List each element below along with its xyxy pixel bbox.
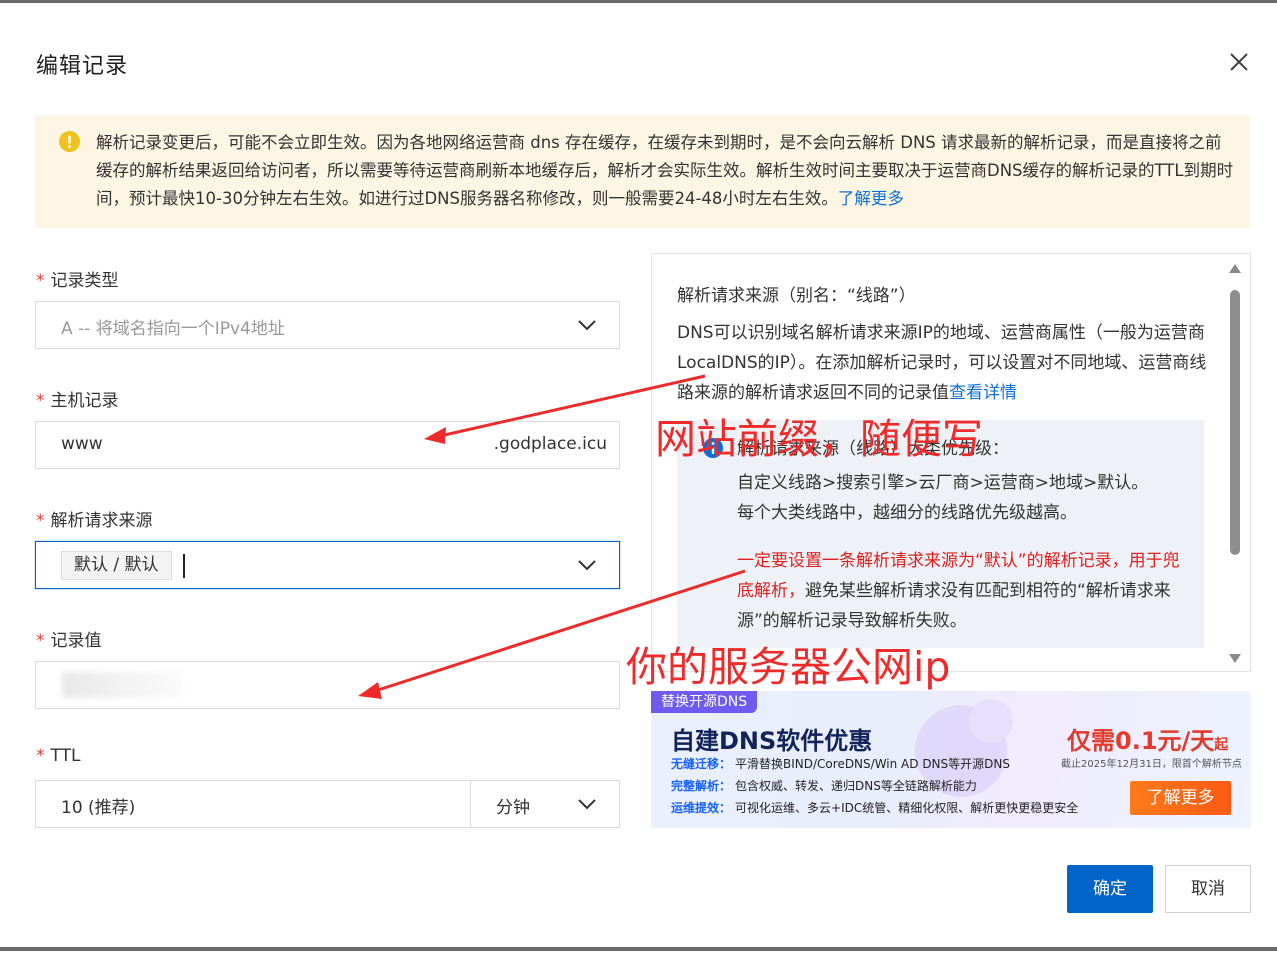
- scroll-thumb[interactable]: [1230, 290, 1240, 555]
- banner-price-note: 截止2025年12月31日，限首个解析节点: [1061, 759, 1242, 770]
- ttl-value: 10 (推荐): [61, 798, 136, 818]
- banner-title: 自建DNS软件优惠: [671, 727, 873, 755]
- help-paragraph: DNS可以识别域名解析请求来源IP的地域、运营商属性（一般为运营商LocalDN…: [677, 323, 1207, 403]
- ttl-unit-select[interactable]: 分钟: [470, 780, 620, 828]
- banner-learn-more-button[interactable]: 了解更多: [1130, 781, 1231, 815]
- view-details-link[interactable]: 查看详情: [949, 383, 1017, 403]
- host-annotation: 网站前缀，随便写: [655, 415, 983, 463]
- propagation-notice: 解析记录变更后，可能不会立即生效。因为各地网络运营商 dns 存在缓存，在缓存未…: [35, 115, 1250, 228]
- scroll-up-icon[interactable]: [1229, 264, 1241, 273]
- banner-row: 无缝迁移： 平滑替换BIND/CoreDNS/Win AD DNS等开源DNS: [671, 757, 1010, 771]
- notice-text: 解析记录变更后，可能不会立即生效。因为各地网络运营商 dns 存在缓存，在缓存未…: [96, 133, 1234, 208]
- scroll-down-icon[interactable]: [1229, 654, 1241, 663]
- cancel-button[interactable]: 取消: [1165, 865, 1251, 913]
- host-record-value: www: [61, 434, 103, 454]
- chevron-down-icon: [578, 560, 596, 571]
- line-label: * 解析请求来源: [36, 511, 153, 531]
- record-value-label: * 记录值: [36, 631, 102, 651]
- value-annotation: 你的服务器公网ip: [626, 643, 951, 691]
- help-heading: 解析请求来源（别名：“线路”）: [677, 286, 916, 306]
- banner-price: 仅需0.1元/天起: [1067, 727, 1229, 755]
- chevron-down-icon: [578, 799, 596, 810]
- text-caret: [183, 554, 185, 578]
- ttl-input[interactable]: 10 (推荐): [35, 780, 471, 828]
- fallback-note: 一定要设置一条解析请求来源为“默认”的解析记录，用于兜底解析，避免某些解析请求没…: [737, 551, 1180, 631]
- promo-banner[interactable]: 替换开源DNS 自建DNS软件优惠 无缝迁移： 平滑替换BIND/CoreDNS/…: [651, 691, 1251, 828]
- banner-tag: 替换开源DNS: [651, 691, 758, 713]
- chevron-down-icon: [578, 320, 596, 331]
- learn-more-link[interactable]: 了解更多: [838, 189, 904, 208]
- host-record-label: * 主机记录: [36, 391, 119, 411]
- ttl-label: * TTL: [36, 746, 81, 766]
- help-scrollbar[interactable]: [1228, 264, 1242, 663]
- warning-icon: [59, 131, 80, 152]
- close-icon[interactable]: [1226, 49, 1252, 75]
- priority-lines: 自定义线路>搜索引擎>云厂商>运营商>地域>默认。 每个大类线路中，越细分的线路优…: [737, 473, 1149, 523]
- ttl-unit: 分钟: [496, 798, 530, 818]
- dialog-title: 编辑记录: [36, 54, 129, 79]
- edit-record-dialog: 编辑记录 解析记录变更后，可能不会立即生效。因为各地网络运营商 dns 存在缓存…: [0, 0, 1277, 951]
- confirm-button[interactable]: 确定: [1067, 865, 1153, 913]
- record-type-label: * 记录类型: [36, 271, 119, 291]
- line-tag[interactable]: 默认 / 默认: [61, 551, 172, 580]
- banner-row: 完整解析： 包含权威、转发、递归DNS等全链路解析能力: [671, 779, 977, 793]
- record-type-select[interactable]: A -- 将域名指向一个IPv4地址: [35, 301, 620, 349]
- domain-suffix: .godplace.icu: [493, 434, 607, 454]
- record-type-value: A -- 将域名指向一个IPv4地址: [61, 319, 285, 339]
- redacted-value: [62, 672, 182, 698]
- record-value-input[interactable]: [35, 661, 620, 709]
- banner-row: 运维提效： 可视化运维、多云+IDC统管、精细化权限、解析更快更稳更安全: [671, 801, 1079, 815]
- host-record-input[interactable]: www .godplace.icu: [35, 421, 620, 469]
- line-select[interactable]: 默认 / 默认: [35, 541, 620, 589]
